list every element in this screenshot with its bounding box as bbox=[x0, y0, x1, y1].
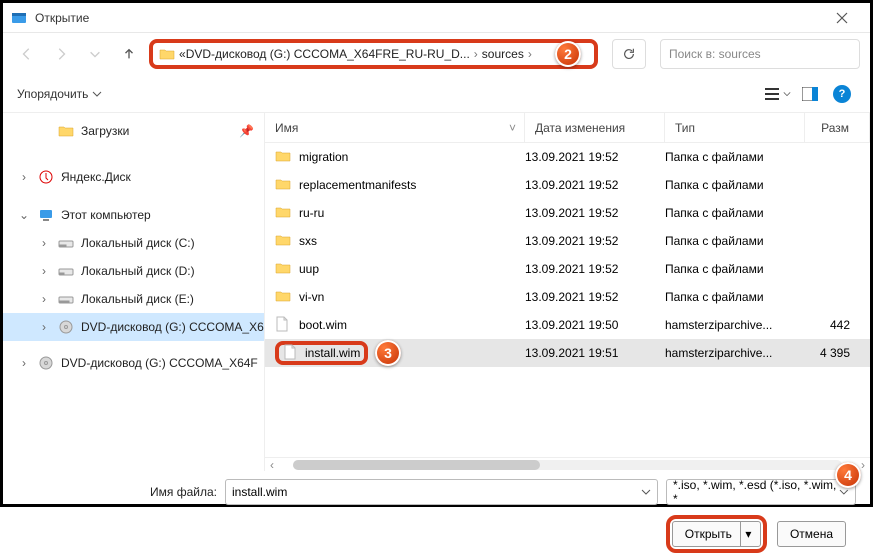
file-date: 13.09.2021 19:50 bbox=[525, 318, 665, 332]
chevron-down-icon bbox=[641, 487, 651, 497]
preview-pane-button[interactable] bbox=[796, 80, 824, 108]
forward-button[interactable] bbox=[47, 40, 75, 68]
tree-dvd-g-ext[interactable]: ›DVD-дисковод (G:) CCCOMA_X64F bbox=[3, 349, 264, 377]
sort-arrow-icon: ˅ bbox=[509, 121, 516, 135]
file-row[interactable]: migration 13.09.2021 19:52Папка с файлами bbox=[265, 143, 870, 171]
file-type: Папка с файлами bbox=[665, 150, 805, 164]
file-row[interactable]: vi-vn 13.09.2021 19:52Папка с файлами bbox=[265, 283, 870, 311]
folder-icon bbox=[159, 46, 175, 62]
folder-icon bbox=[275, 204, 293, 222]
file-date: 13.09.2021 19:51 bbox=[525, 346, 665, 360]
folder-icon bbox=[275, 232, 293, 250]
file-type: Папка с файлами bbox=[665, 206, 805, 220]
file-type-filter[interactable]: *.iso, *.wim, *.esd (*.iso, *.wim, * 4 bbox=[666, 479, 856, 505]
file-row[interactable]: install.wim 3 13.09.2021 19:51hamsterzipar… bbox=[265, 339, 870, 367]
recent-dropdown[interactable] bbox=[81, 40, 109, 68]
view-options-button[interactable] bbox=[764, 80, 792, 108]
tree-downloads[interactable]: Загрузки📌 bbox=[3, 117, 264, 145]
horizontal-scrollbar[interactable]: ‹› bbox=[265, 457, 870, 471]
breadcrumb-prefix: « bbox=[179, 47, 186, 61]
file-name: uup bbox=[299, 262, 319, 276]
tree-thispc[interactable]: ⌄Этот компьютер bbox=[3, 201, 264, 229]
col-date[interactable]: Дата изменения bbox=[525, 113, 665, 142]
file-type: hamsterziparchive... bbox=[665, 346, 805, 360]
close-button[interactable] bbox=[822, 4, 862, 32]
file-date: 13.09.2021 19:52 bbox=[525, 234, 665, 248]
col-type[interactable]: Тип bbox=[665, 113, 805, 142]
file-row[interactable]: sxs 13.09.2021 19:52Папка с файлами bbox=[265, 227, 870, 255]
file-date: 13.09.2021 19:52 bbox=[525, 290, 665, 304]
breadcrumb-item[interactable]: sources bbox=[482, 47, 524, 61]
up-button[interactable] bbox=[115, 40, 143, 68]
pin-icon: 📌 bbox=[239, 124, 254, 138]
folder-icon bbox=[275, 288, 293, 306]
file-list: migration13.09.2021 19:52Папка с файлами… bbox=[265, 143, 870, 457]
col-name[interactable]: Имя˅ bbox=[265, 113, 525, 142]
chevron-right-icon: › bbox=[474, 47, 478, 61]
callout-marker-3: 3 bbox=[375, 340, 401, 366]
file-row[interactable]: uup 13.09.2021 19:52Папка с файлами bbox=[265, 255, 870, 283]
callout-marker-2: 2 bbox=[555, 41, 581, 67]
file-size: 4 395 bbox=[805, 346, 870, 360]
filename-label: Имя файла: bbox=[17, 485, 217, 499]
file-icon bbox=[275, 316, 293, 334]
chevron-down-icon bbox=[839, 487, 849, 497]
col-size[interactable]: Разм bbox=[805, 113, 870, 142]
window-title: Открытие bbox=[35, 11, 822, 25]
file-type: Папка с файлами bbox=[665, 178, 805, 192]
file-icon bbox=[283, 344, 301, 362]
file-name: boot.wim bbox=[299, 318, 347, 332]
file-name: ru-ru bbox=[299, 206, 324, 220]
tree-yandex[interactable]: ›Яндекс.Диск bbox=[3, 163, 264, 191]
folder-icon bbox=[275, 176, 293, 194]
refresh-button[interactable] bbox=[612, 39, 646, 69]
address-bar[interactable]: « DVD-дисковод (G:) CCCOMA_X64FRE_RU-RU_… bbox=[149, 39, 598, 69]
organize-menu[interactable]: Упорядочить bbox=[17, 87, 102, 101]
help-button[interactable]: ? bbox=[828, 80, 856, 108]
chevron-down-icon bbox=[92, 89, 102, 99]
file-name: migration bbox=[299, 150, 348, 164]
file-name: sxs bbox=[299, 234, 317, 248]
file-name: vi-vn bbox=[299, 290, 324, 304]
file-type: Папка с файлами bbox=[665, 290, 805, 304]
open-dropdown[interactable]: ▾ bbox=[740, 522, 756, 546]
file-row[interactable]: ru-ru 13.09.2021 19:52Папка с файлами bbox=[265, 199, 870, 227]
breadcrumb-item[interactable]: DVD-дисковод (G:) CCCOMA_X64FRE_RU-RU_D.… bbox=[186, 47, 470, 61]
folder-icon bbox=[275, 260, 293, 278]
file-name: install.wim bbox=[305, 346, 360, 360]
back-button[interactable] bbox=[13, 40, 41, 68]
app-icon bbox=[11, 10, 27, 26]
file-type: Папка с файлами bbox=[665, 234, 805, 248]
chevron-right-icon: › bbox=[528, 47, 532, 61]
file-row[interactable]: replacementmanifests 13.09.2021 19:52Папк… bbox=[265, 171, 870, 199]
search-placeholder: Поиск в: sources bbox=[669, 47, 761, 61]
file-type: hamsterziparchive... bbox=[665, 318, 805, 332]
navigation-tree: Загрузки📌 ›Яндекс.Диск ⌄Этот компьютер ›… bbox=[3, 113, 265, 471]
tree-disk-d[interactable]: ›Локальный диск (D:) bbox=[3, 257, 264, 285]
file-size: 442 bbox=[805, 318, 870, 332]
file-row[interactable]: boot.wim 13.09.2021 19:50hamsterziparchiv… bbox=[265, 311, 870, 339]
file-date: 13.09.2021 19:52 bbox=[525, 178, 665, 192]
tree-dvd-g[interactable]: ›DVD-дисковод (G:) CCCOMA_X6 bbox=[3, 313, 264, 341]
tree-disk-e[interactable]: ›Локальный диск (E:) bbox=[3, 285, 264, 313]
column-headers: Имя˅ Дата изменения Тип Разм bbox=[265, 113, 870, 143]
file-date: 13.09.2021 19:52 bbox=[525, 150, 665, 164]
file-name: replacementmanifests bbox=[299, 178, 416, 192]
filename-input[interactable]: install.wim bbox=[225, 479, 658, 505]
search-input[interactable]: Поиск в: sources bbox=[660, 39, 860, 69]
tree-disk-c[interactable]: ›Локальный диск (C:) bbox=[3, 229, 264, 257]
file-date: 13.09.2021 19:52 bbox=[525, 206, 665, 220]
file-type: Папка с файлами bbox=[665, 262, 805, 276]
folder-icon bbox=[275, 148, 293, 166]
callout-marker-4: 4 bbox=[835, 462, 861, 488]
file-date: 13.09.2021 19:52 bbox=[525, 262, 665, 276]
cancel-button[interactable]: Отмена bbox=[777, 521, 846, 547]
open-button[interactable]: Открыть▾ bbox=[672, 521, 761, 547]
